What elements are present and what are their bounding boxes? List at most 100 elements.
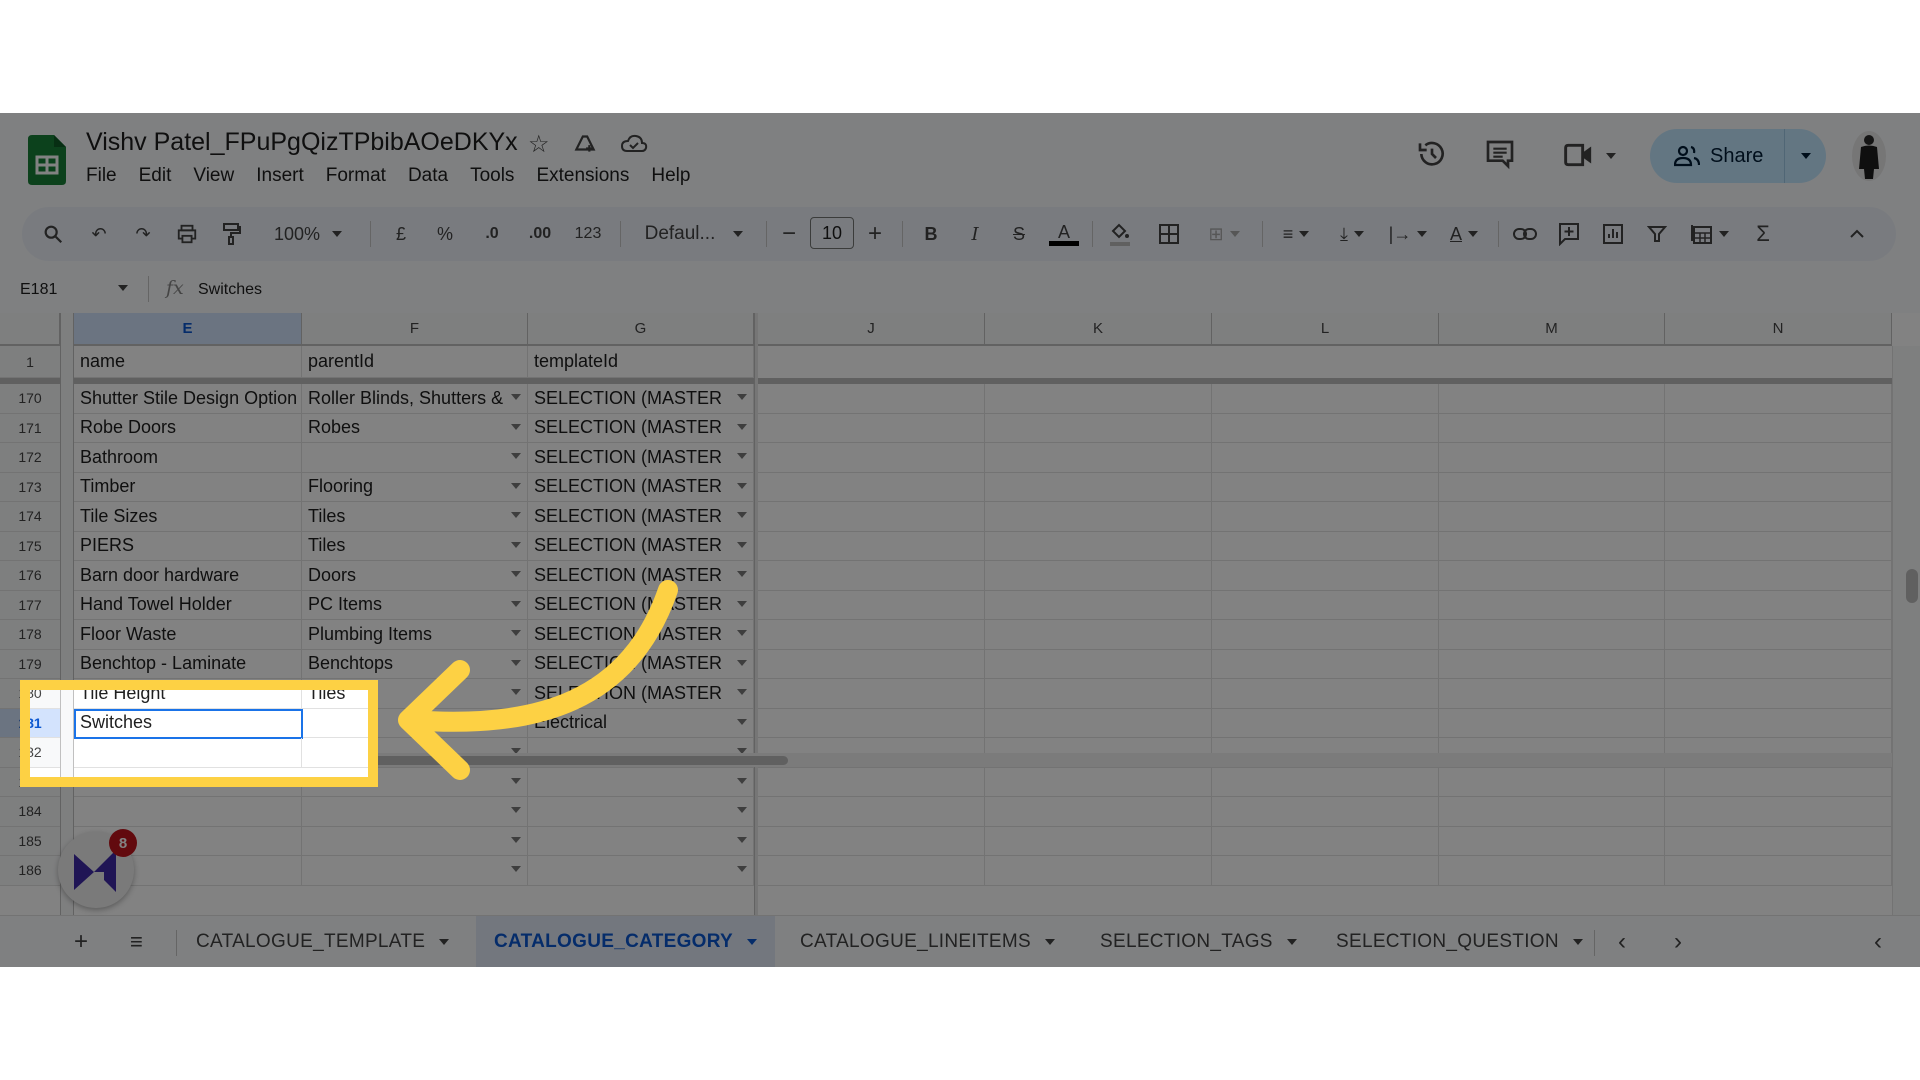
table-button[interactable] bbox=[1684, 207, 1736, 261]
empty-cell[interactable] bbox=[1665, 797, 1892, 827]
empty-cell[interactable] bbox=[758, 472, 985, 502]
cell-parentid[interactable] bbox=[302, 826, 528, 856]
cell-name[interactable]: Tile Sizes bbox=[74, 502, 302, 532]
empty-cell[interactable] bbox=[1439, 413, 1665, 443]
share-button[interactable]: Share bbox=[1650, 129, 1785, 183]
empty-cell[interactable] bbox=[1665, 767, 1892, 797]
insert-comment-button[interactable] bbox=[1552, 207, 1586, 261]
empty-cell[interactable] bbox=[758, 561, 985, 591]
dropdown-chip-icon[interactable] bbox=[737, 718, 747, 725]
cell-templateid[interactable]: SELECTION (MASTER bbox=[528, 384, 754, 414]
zoom-select[interactable]: 100% bbox=[260, 207, 356, 261]
empty-cell[interactable] bbox=[758, 413, 985, 443]
column-header-l[interactable]: L bbox=[1212, 313, 1439, 346]
sheet-tab-catalogue-lineitems[interactable]: CATALOGUE_LINEITEMS bbox=[800, 916, 1055, 967]
bold-button[interactable]: B bbox=[914, 207, 948, 261]
empty-cell[interactable] bbox=[985, 649, 1212, 679]
explore-toggle-button[interactable]: ‹ bbox=[1874, 916, 1882, 967]
empty-cell[interactable] bbox=[1665, 443, 1892, 473]
empty-cell[interactable] bbox=[1665, 384, 1892, 414]
menu-extensions[interactable]: Extensions bbox=[536, 165, 629, 187]
empty-cell[interactable] bbox=[1439, 797, 1665, 827]
empty-cell[interactable] bbox=[985, 413, 1212, 443]
star-icon[interactable]: ☆ bbox=[528, 130, 550, 159]
empty-cell[interactable] bbox=[1439, 472, 1665, 502]
empty-cell[interactable] bbox=[985, 767, 1212, 797]
empty-cell[interactable] bbox=[985, 590, 1212, 620]
sheet-tab-catalogue-category[interactable]: CATALOGUE_CATEGORY bbox=[476, 916, 776, 967]
dropdown-chip-icon[interactable] bbox=[737, 600, 747, 607]
empty-cell[interactable] bbox=[758, 531, 985, 561]
decrease-decimal-button[interactable]: .0 bbox=[472, 207, 512, 261]
row-header[interactable]: 176 bbox=[0, 561, 60, 591]
dropdown-chip-icon[interactable] bbox=[737, 482, 747, 489]
share-options-button[interactable] bbox=[1785, 153, 1826, 159]
strikethrough-button[interactable]: S bbox=[1002, 207, 1036, 261]
dropdown-chip-icon[interactable] bbox=[737, 453, 747, 460]
sheets-logo-icon[interactable] bbox=[28, 135, 66, 185]
column-header-f[interactable]: F bbox=[302, 313, 528, 346]
empty-cell[interactable] bbox=[1212, 797, 1439, 827]
vertical-scrollbar-thumb[interactable] bbox=[1906, 569, 1918, 603]
empty-cell[interactable] bbox=[1439, 502, 1665, 532]
decrease-font-size-button[interactable]: − bbox=[774, 207, 804, 261]
empty-cell[interactable] bbox=[1439, 856, 1665, 886]
meet-dropdown-caret-icon[interactable] bbox=[1606, 153, 1616, 159]
row-header[interactable]: 186 bbox=[0, 856, 60, 886]
menu-view[interactable]: View bbox=[193, 165, 234, 187]
insert-link-button[interactable] bbox=[1508, 207, 1542, 261]
header-cell-templateid[interactable]: templateId bbox=[528, 346, 754, 378]
column-header-n[interactable]: N bbox=[1665, 313, 1892, 346]
dropdown-chip-icon[interactable] bbox=[737, 512, 747, 519]
text-wrapping-button[interactable]: |→ bbox=[1384, 207, 1432, 261]
dropdown-chip-icon[interactable] bbox=[737, 659, 747, 666]
cell-name[interactable]: Floor Waste bbox=[74, 620, 302, 650]
hide-menus-button[interactable] bbox=[1840, 207, 1874, 261]
column-header-e[interactable]: E bbox=[74, 313, 302, 346]
row-header[interactable]: 179 bbox=[0, 649, 60, 679]
cell-templateid[interactable]: SELECTION (MASTER bbox=[528, 531, 754, 561]
empty-cell[interactable] bbox=[1665, 856, 1892, 886]
empty-cell[interactable] bbox=[758, 443, 985, 473]
dropdown-chip-icon[interactable] bbox=[511, 453, 521, 460]
cell-parentid[interactable]: Tiles bbox=[302, 531, 528, 561]
dropdown-chip-icon[interactable] bbox=[737, 423, 747, 430]
empty-cell[interactable] bbox=[1439, 679, 1665, 709]
empty-cell[interactable] bbox=[1439, 443, 1665, 473]
column-header-g[interactable]: G bbox=[528, 313, 754, 346]
spreadsheet-grid[interactable]: E F G J K L M N 1 name parentId template… bbox=[0, 313, 1920, 953]
dropdown-chip-icon[interactable] bbox=[511, 394, 521, 401]
select-all-corner[interactable] bbox=[0, 313, 60, 346]
empty-cell[interactable] bbox=[758, 767, 985, 797]
empty-cell[interactable] bbox=[1439, 708, 1665, 738]
empty-cell[interactable] bbox=[985, 856, 1212, 886]
empty-cell[interactable] bbox=[1665, 679, 1892, 709]
empty-cell[interactable] bbox=[1665, 708, 1892, 738]
cell-parentid[interactable]: Robes bbox=[302, 413, 528, 443]
more-formats-button[interactable]: 123 bbox=[568, 207, 608, 261]
row-header[interactable]: 185 bbox=[0, 826, 60, 856]
cell-parentid[interactable] bbox=[302, 856, 528, 886]
dropdown-chip-icon[interactable] bbox=[737, 866, 747, 873]
cell-templateid[interactable] bbox=[528, 856, 754, 886]
empty-cell[interactable] bbox=[985, 384, 1212, 414]
empty-cell[interactable] bbox=[1212, 679, 1439, 709]
empty-cell[interactable] bbox=[1212, 472, 1439, 502]
empty-cell[interactable] bbox=[1212, 708, 1439, 738]
version-history-icon[interactable] bbox=[1416, 138, 1448, 170]
empty-cell[interactable] bbox=[985, 797, 1212, 827]
sheet-tab-catalogue-template[interactable]: CATALOGUE_TEMPLATE bbox=[196, 916, 450, 967]
document-title[interactable]: Vishv Patel_FPuPgQizTPbibAOeDKYx bbox=[86, 128, 518, 157]
empty-cell[interactable] bbox=[1439, 590, 1665, 620]
dropdown-chip-icon[interactable] bbox=[737, 394, 747, 401]
redo-button[interactable]: ↷ bbox=[126, 207, 160, 261]
sheet-tab-selection-question[interactable]: SELECTION_QUESTION bbox=[1336, 916, 1583, 967]
empty-cell[interactable] bbox=[758, 679, 985, 709]
empty-cell[interactable] bbox=[1439, 561, 1665, 591]
empty-cell[interactable] bbox=[1212, 620, 1439, 650]
empty-cell[interactable] bbox=[1665, 826, 1892, 856]
vertical-scrollbar[interactable] bbox=[1892, 346, 1920, 953]
empty-cell[interactable] bbox=[1212, 443, 1439, 473]
create-filter-button[interactable] bbox=[1640, 207, 1674, 261]
paint-format-button[interactable] bbox=[214, 207, 248, 261]
